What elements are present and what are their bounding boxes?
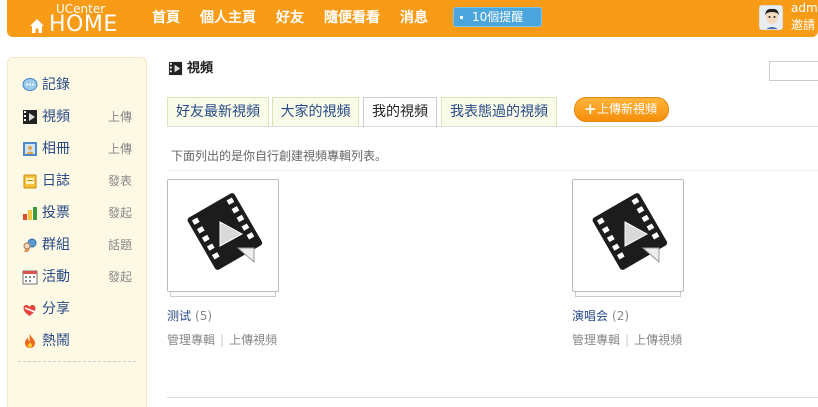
album-actions: 管理專輯 | 上傳視頻: [167, 332, 277, 348]
tab-reacted-videos[interactable]: 我表態過的視頻: [441, 97, 557, 127]
avatar-face-icon: [760, 6, 782, 29]
upload-video-link[interactable]: 上傳視頻: [229, 333, 277, 347]
sidebar-item-album[interactable]: 相冊 上傳: [22, 139, 142, 159]
blog-icon: [23, 174, 37, 189]
tab-my-videos[interactable]: 我的視頻: [363, 97, 437, 128]
sidebar-label: 日誌: [42, 173, 70, 189]
content-bottom-divider: [167, 397, 818, 398]
home-icon: [30, 19, 44, 33]
sidebar-item-video[interactable]: 視頻 上傳: [22, 107, 142, 127]
group-icon: [23, 238, 37, 252]
user-avatar[interactable]: [759, 5, 783, 30]
manage-album-link[interactable]: 管理專輯: [572, 333, 620, 347]
nav-item-browse[interactable]: 隨便看看: [324, 8, 380, 28]
divider: [167, 170, 818, 171]
sidebar-label: 相冊: [42, 141, 70, 157]
notification-label: 10個提醒: [472, 10, 524, 24]
sidebar-divider: [18, 361, 136, 362]
nav-item-home[interactable]: 首頁: [152, 8, 180, 28]
main-nav: 首頁 個人主頁 好友 隨便看看 消息: [152, 8, 448, 28]
sidebar-action-start[interactable]: 發起: [108, 205, 132, 221]
page-title: 視頻: [187, 61, 214, 76]
top-header: UCenter HOME 首頁 個人主頁 好友 隨便看看 消息 10個提醒 ad…: [7, 0, 818, 37]
intro-text: 下面列出的是你自行創建視頻專輯列表。: [171, 149, 388, 163]
nav-item-friends[interactable]: 好友: [276, 8, 304, 28]
sidebar-action-upload[interactable]: 上傳: [108, 109, 132, 125]
sidebar-action-upload[interactable]: 上傳: [108, 141, 132, 157]
thumbnail-stack: [575, 292, 681, 297]
sidebar: 記錄 視頻 上傳 相冊 上傳 日誌 發表 投票 發起 群組 話題 活動 發起 分…: [7, 57, 147, 407]
album-icon: [23, 142, 37, 156]
sidebar-item-hot[interactable]: 熱鬧: [22, 331, 142, 351]
record-icon: [22, 78, 38, 91]
upload-new-video-label: 上傳新視頻: [597, 102, 658, 116]
poll-icon: [23, 207, 37, 220]
sidebar-action-start[interactable]: 發起: [108, 269, 132, 285]
event-icon: [22, 270, 38, 285]
brand-home-text: HOME: [49, 12, 118, 37]
thumbnail-stack: [170, 292, 276, 297]
separator: |: [220, 333, 225, 347]
hot-icon: [25, 334, 35, 348]
sidebar-item-blog[interactable]: 日誌 發表: [22, 171, 142, 191]
sidebar-label: 活動: [42, 269, 70, 285]
album-count: (5): [195, 309, 213, 323]
invite-link[interactable]: 邀請: [791, 18, 815, 32]
tab-underline: [167, 126, 818, 127]
sidebar-item-group[interactable]: 群組 話題: [22, 235, 142, 255]
nav-item-messages[interactable]: 消息: [400, 8, 428, 28]
sidebar-label: 熱鬧: [42, 333, 70, 349]
video-icon: [23, 110, 37, 124]
sidebar-label: 記錄: [42, 77, 70, 93]
video-file-icon: [592, 193, 668, 270]
sidebar-item-poll[interactable]: 投票 發起: [22, 203, 142, 223]
album-thumbnail[interactable]: [572, 179, 684, 297]
album-name-link[interactable]: 演唱会: [572, 309, 608, 323]
upload-video-link[interactable]: 上傳視頻: [634, 333, 682, 347]
sidebar-label: 投票: [42, 205, 70, 221]
sidebar-label: 視頻: [42, 109, 70, 125]
sidebar-label: 分享: [42, 301, 70, 317]
upload-new-video-button[interactable]: + 上傳新視頻: [574, 97, 669, 122]
sidebar-item-event[interactable]: 活動 發起: [22, 267, 142, 287]
album-card: 测试 (5) 管理專輯 | 上傳視頻: [167, 179, 317, 354]
share-icon: [23, 305, 36, 316]
nav-item-profile[interactable]: 個人主頁: [200, 8, 256, 28]
plus-icon: +: [584, 100, 597, 118]
bullet-icon: [460, 16, 463, 19]
tab-friends-videos[interactable]: 好友最新視頻: [167, 97, 269, 127]
sidebar-action-post[interactable]: 發表: [108, 173, 132, 189]
tab-all-videos[interactable]: 大家的視頻: [272, 97, 359, 127]
album-count: (2): [612, 309, 630, 323]
notification-button[interactable]: 10個提醒: [453, 7, 542, 27]
video-file-icon: [187, 193, 263, 270]
album-name-link[interactable]: 测试: [167, 309, 191, 323]
video-icon: [168, 61, 183, 76]
search-input[interactable]: [769, 61, 818, 81]
sidebar-action-topic[interactable]: 話題: [108, 237, 132, 253]
album-actions: 管理專輯 | 上傳視頻: [572, 332, 682, 348]
manage-album-link[interactable]: 管理專輯: [167, 333, 215, 347]
sidebar-label: 群組: [42, 237, 70, 253]
separator: |: [625, 333, 630, 347]
album-thumbnail[interactable]: [167, 179, 279, 297]
sidebar-item-share[interactable]: 分享: [22, 299, 142, 319]
album-card: 演唱会 (2) 管理專輯 | 上傳視頻: [572, 179, 722, 354]
album-title-row: 演唱会 (2): [572, 308, 629, 324]
album-title-row: 测试 (5): [167, 308, 212, 324]
sidebar-item-record[interactable]: 記錄: [22, 75, 142, 95]
user-name[interactable]: adm: [791, 1, 818, 15]
